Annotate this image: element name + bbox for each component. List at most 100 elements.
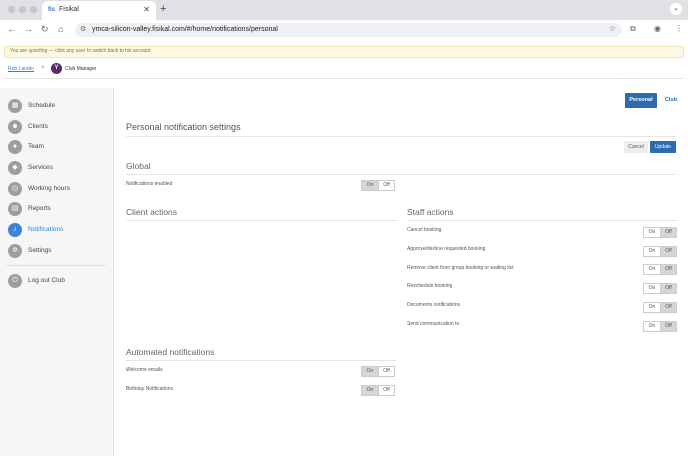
notifications-enabled-toggle: On Off — [361, 180, 395, 191]
sidebar-item-label: Schedule — [28, 102, 56, 109]
breadcrumb-current: Club Manager — [65, 66, 97, 72]
chevron-down-icon[interactable]: ⌄ — [670, 3, 682, 15]
toggle-on-button[interactable]: On — [644, 265, 660, 274]
kebab-menu-icon[interactable]: ⋮ — [675, 24, 683, 33]
tab-personal[interactable]: Personal — [625, 93, 657, 108]
window-zoom-dot[interactable] — [30, 6, 37, 13]
toggle-off-button[interactable]: Off — [660, 303, 676, 312]
toggle-on-button[interactable]: On — [644, 247, 660, 256]
toggle-on-button[interactable]: On — [362, 181, 378, 190]
page-content: You are spoofing — click any user to swi… — [0, 40, 688, 456]
fisikal-favicon-icon: fis — [48, 7, 56, 13]
toggle-on-button[interactable]: On — [362, 367, 378, 376]
spoof-text: You are spoofing — click any user to swi… — [10, 48, 151, 54]
profile-icon[interactable]: ◉ — [654, 24, 661, 33]
breadcrumb-user-link[interactable]: Rob Lander — [8, 66, 34, 72]
close-icon[interactable]: ✕ — [143, 5, 150, 14]
toggle-off-button[interactable]: Off — [660, 284, 676, 293]
send-communication-toggle: On Off — [643, 321, 677, 332]
club-logo-icon: Y — [51, 63, 62, 74]
remove-client-toggle: On Off — [643, 264, 677, 275]
reports-icon: ▤ — [8, 202, 22, 216]
toggle-off-button[interactable]: Off — [660, 228, 676, 237]
calendar-icon: ▦ — [8, 99, 22, 113]
setting-label: Reschedule booking — [407, 283, 453, 289]
setting-label: Send communication to — [407, 321, 460, 327]
bell-icon: ♪ — [8, 223, 22, 237]
forward-arrow-icon[interactable]: → — [24, 24, 33, 34]
sidebar-item-clients[interactable]: ☻ Clients — [0, 118, 114, 136]
welcome-emails-toggle: On Off — [361, 366, 395, 377]
window-close-dot[interactable] — [8, 6, 15, 13]
window-minimize-dot[interactable] — [19, 6, 26, 13]
clock-icon: ◷ — [8, 182, 22, 196]
extensions-icon[interactable]: ⧉ — [630, 24, 636, 34]
documents-notifications-toggle: On Off — [643, 302, 677, 313]
browser-toolbar: ← → ↻ ⌂ ⚙ ymca-silicon-valley.fisikal.co… — [0, 20, 688, 40]
toggle-on-button[interactable]: On — [644, 284, 660, 293]
section-title-staff-actions: Staff actions — [407, 207, 454, 217]
cancel-button[interactable]: Cancel — [624, 141, 648, 153]
reload-icon[interactable]: ↻ — [41, 24, 49, 35]
setting-label: Cancel booking — [407, 227, 442, 233]
person-icon: ● — [8, 140, 22, 154]
home-icon[interactable]: ⌂ — [58, 24, 63, 34]
sidebar-item-schedule[interactable]: ▦ Schedule — [0, 97, 114, 115]
toggle-on-button[interactable]: On — [362, 386, 378, 395]
setting-label: Notifications enabled — [126, 181, 173, 187]
sidebar-item-label: Working hours — [28, 185, 70, 192]
sidebar-item-logout[interactable]: ⏻ Log out Club — [0, 272, 114, 290]
toggle-off-button[interactable]: Off — [660, 322, 676, 331]
power-icon: ⏻ — [8, 274, 22, 288]
cancel-booking-toggle: On Off — [643, 227, 677, 238]
tab-club[interactable]: Club — [660, 93, 682, 108]
section-title-client-actions: Client actions — [126, 207, 178, 217]
breadcrumb: Rob Lander > Y Club Manager — [4, 58, 684, 79]
sidebar-item-team[interactable]: ● Team — [0, 138, 114, 156]
section-divider — [407, 220, 676, 221]
sidebar-item-label: Log out Club — [28, 277, 65, 284]
sidebar-item-label: Notifications — [28, 226, 64, 233]
new-tab-button[interactable]: + — [160, 3, 166, 15]
spoof-banner[interactable]: You are spoofing — click any user to swi… — [4, 46, 684, 58]
gear-icon: ✲ — [8, 244, 22, 258]
page-title: Personal notification settings — [126, 122, 241, 132]
browser-tab[interactable]: fis Fisikal ✕ — [42, 1, 156, 20]
address-bar[interactable]: ⚙ ymca-silicon-valley.fisikal.com/#/home… — [75, 23, 622, 37]
toggle-off-button[interactable]: Off — [660, 265, 676, 274]
sidebar-item-label: Reports — [28, 205, 51, 212]
url-text[interactable]: ymca-silicon-valley.fisikal.com/#/home/n… — [92, 26, 278, 33]
toggle-on-button[interactable]: On — [644, 303, 660, 312]
toggle-off-button[interactable]: Off — [378, 367, 394, 376]
sidebar-item-settings[interactable]: ✲ Settings — [0, 242, 114, 260]
toggle-off-button[interactable]: Off — [378, 386, 394, 395]
toggle-off-button[interactable]: Off — [378, 181, 394, 190]
toggle-on-button[interactable]: On — [644, 228, 660, 237]
sidebar-item-label: Services — [28, 164, 53, 171]
setting-label: Birthday Notifications — [126, 386, 173, 392]
back-arrow-icon[interactable]: ← — [7, 24, 16, 34]
sidebar: ▦ Schedule ☻ Clients ● Team ◆ Services ◷… — [0, 88, 114, 456]
birthday-notifications-toggle: On Off — [361, 385, 395, 396]
section-divider — [126, 360, 396, 361]
section-divider — [126, 174, 676, 175]
services-icon: ◆ — [8, 161, 22, 175]
update-button[interactable]: Update — [650, 141, 676, 153]
section-title-automated: Automated notifications — [126, 347, 215, 357]
title-divider — [126, 136, 676, 137]
sidebar-item-services[interactable]: ◆ Services — [0, 159, 114, 177]
sidebar-item-label: Team — [28, 143, 44, 150]
sidebar-item-label: Settings — [28, 247, 52, 254]
setting-label: Approve/decline requested booking — [407, 246, 486, 252]
site-settings-icon[interactable]: ⚙ — [80, 25, 86, 33]
sidebar-item-notifications[interactable]: ♪ Notifications — [0, 221, 114, 239]
sidebar-item-working-hours[interactable]: ◷ Working hours — [0, 180, 114, 198]
users-icon: ☻ — [8, 120, 22, 134]
bookmark-star-icon[interactable]: ☆ — [609, 24, 616, 33]
sidebar-item-reports[interactable]: ▤ Reports — [0, 200, 114, 218]
toggle-on-button[interactable]: On — [644, 322, 660, 331]
reschedule-booking-toggle: On Off — [643, 283, 677, 294]
toggle-off-button[interactable]: Off — [660, 247, 676, 256]
breadcrumb-separator: > — [41, 65, 45, 71]
section-title-global: Global — [126, 161, 151, 171]
